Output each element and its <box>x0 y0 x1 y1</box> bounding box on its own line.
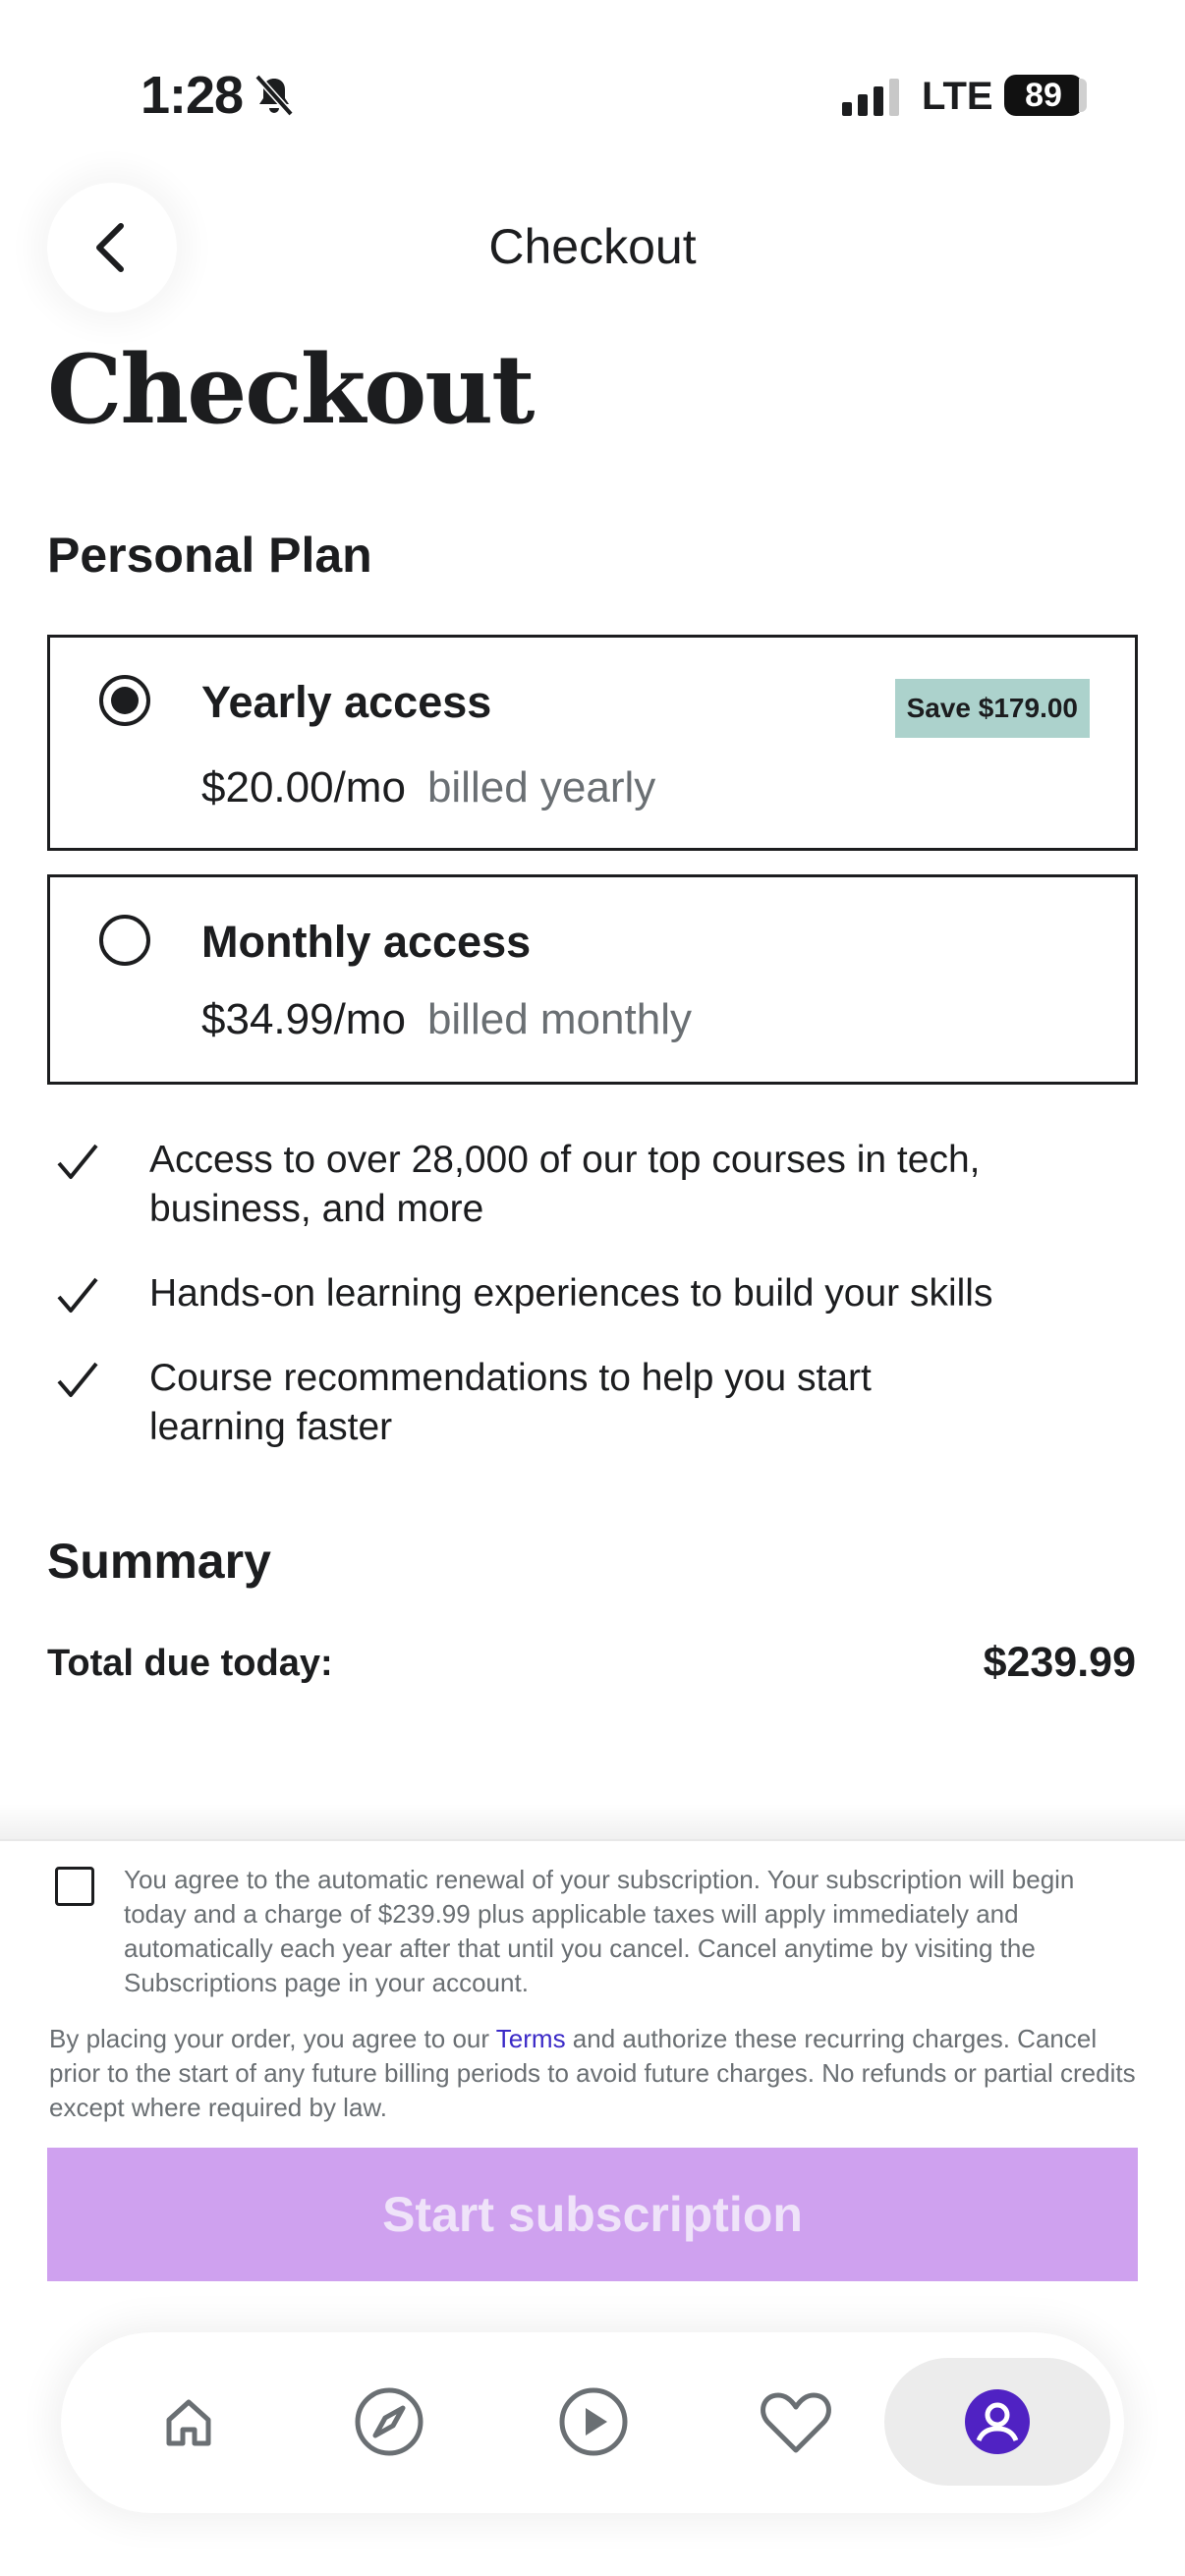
total-due-label: Total due today: <box>47 1643 333 1684</box>
auto-renew-text: You agree to the automatic renewal of yo… <box>124 1865 1075 1997</box>
terms-text: By placing your order, you agree to our … <box>49 2022 1140 2125</box>
plan-price-row: $20.00/mo billed yearly <box>201 763 655 812</box>
compass-icon <box>355 2387 423 2456</box>
status-time: 1:28 <box>141 66 244 125</box>
section-title-personal-plan: Personal Plan <box>47 528 372 583</box>
terms-link[interactable]: Terms <box>496 2024 566 2053</box>
bell-muted-icon <box>254 74 294 117</box>
network-label: LTE <box>922 75 993 118</box>
sheet-shadow <box>0 1804 1185 1839</box>
check-icon <box>57 1362 98 1397</box>
feature-text: Course recommendations to help you start… <box>149 1357 872 1448</box>
tab-account[interactable] <box>884 2358 1110 2486</box>
page-title: Checkout <box>47 334 535 445</box>
signal-icon <box>842 79 899 116</box>
heart-icon <box>761 2392 831 2453</box>
start-subscription-button[interactable]: Start subscription <box>47 2148 1138 2281</box>
plan-billing: billed monthly <box>426 995 692 1043</box>
plan-price: $20.00/mo <box>201 763 406 812</box>
feature-text: Access to over 28,000 of our top courses… <box>149 1139 981 1230</box>
total-due-value: $239.99 <box>983 1639 1136 1686</box>
auto-renew-checkbox[interactable] <box>55 1867 94 1906</box>
plan-option-yearly[interactable]: Yearly access Save $179.00 $20.00/mo bill… <box>47 635 1138 851</box>
play-icon <box>559 2387 628 2456</box>
tab-home[interactable] <box>110 2358 267 2486</box>
plan-billing: billed yearly <box>426 763 656 812</box>
plan-price-row: $34.99/mo billed monthly <box>201 995 692 1044</box>
tab-explore[interactable] <box>310 2358 468 2486</box>
battery-indicator: 89 <box>1004 75 1083 116</box>
summary-title: Summary <box>47 1534 271 1589</box>
battery-tip <box>1079 79 1087 112</box>
tab-learning[interactable] <box>515 2358 672 2486</box>
plan-name: Monthly access <box>201 917 532 967</box>
tab-wishlist[interactable] <box>717 2358 875 2486</box>
header-title: Checkout <box>488 219 697 274</box>
save-badge: Save $179.00 <box>894 679 1090 738</box>
radio-monthly[interactable] <box>99 915 150 966</box>
plan-name: Yearly access <box>201 677 492 727</box>
check-icon <box>57 1277 98 1313</box>
plan-option-monthly[interactable]: Monthly access $34.99/mo billed monthly <box>47 874 1138 1085</box>
home-icon <box>166 2399 211 2446</box>
check-icon <box>57 1144 98 1179</box>
terms-prefix: By placing your order, you agree to our <box>49 2024 496 2053</box>
feature-text: Hands-on learning experiences to build y… <box>149 1272 993 1315</box>
plan-price: $34.99/mo <box>201 995 406 1043</box>
status-bar: 1:28 LTE 89 <box>0 0 1185 187</box>
account-icon <box>965 2389 1030 2454</box>
radio-yearly-selected[interactable] <box>99 675 150 726</box>
